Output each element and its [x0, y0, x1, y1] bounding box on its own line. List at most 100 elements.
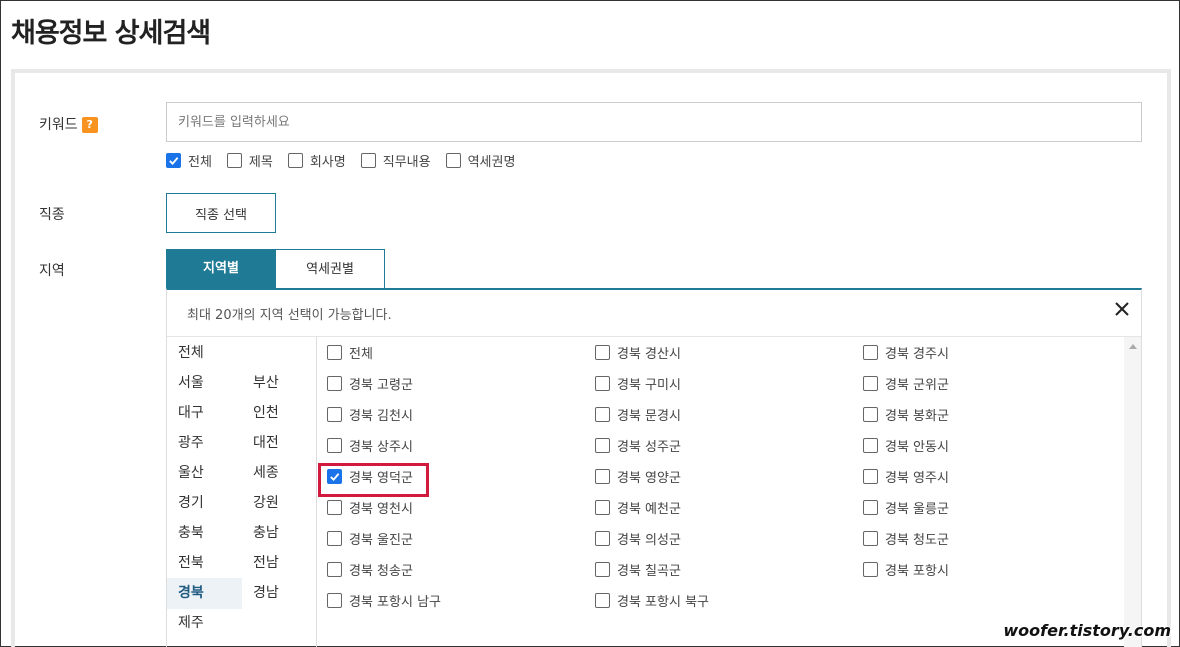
city-option[interactable]: 경북 경주시: [863, 343, 949, 362]
city-option[interactable]: 경북 포항시: [863, 560, 949, 579]
city-option-label: 경북 포항시: [885, 564, 949, 579]
city-option[interactable]: 경북 군위군: [863, 374, 949, 393]
job-type-select-button[interactable]: 직종 선택: [166, 193, 276, 233]
keyword-option[interactable]: 회사명: [287, 151, 346, 170]
close-icon[interactable]: [1112, 299, 1132, 319]
city-option[interactable]: 경북 청도군: [863, 529, 949, 548]
city-option[interactable]: 경북 구미시: [595, 374, 681, 393]
city-option-label: 경북 김천시: [349, 409, 413, 424]
checkbox[interactable]: [327, 562, 342, 577]
city-option[interactable]: 경북 상주시: [327, 436, 413, 455]
checkbox[interactable]: [327, 438, 342, 453]
province-item[interactable]: 충남: [242, 518, 317, 549]
checkbox[interactable]: [863, 438, 878, 453]
province-item[interactable]: 인천: [242, 398, 317, 429]
checkbox[interactable]: [327, 500, 342, 515]
city-option[interactable]: 경북 울릉군: [863, 498, 949, 517]
province-item[interactable]: 대전: [242, 428, 317, 459]
city-option[interactable]: 경북 김천시: [327, 405, 413, 424]
city-option[interactable]: 경북 의성군: [595, 529, 681, 548]
city-option[interactable]: 경북 영양군: [595, 467, 681, 486]
checkbox[interactable]: [863, 562, 878, 577]
city-option[interactable]: 경북 청송군: [327, 560, 413, 579]
province-item[interactable]: 부산: [242, 368, 317, 399]
checkbox[interactable]: [595, 376, 610, 391]
checkbox[interactable]: [595, 500, 610, 515]
city-option[interactable]: 경북 포항시 남구: [327, 591, 441, 610]
checkbox[interactable]: [863, 407, 878, 422]
keyword-option[interactable]: 직무내용: [360, 151, 431, 170]
watermark: woofer.tistory.com: [1003, 621, 1171, 640]
city-option-label: 경북 영천시: [349, 502, 413, 517]
checkbox[interactable]: [327, 376, 342, 391]
scrollbar[interactable]: [1124, 337, 1141, 647]
city-option[interactable]: 경북 문경시: [595, 405, 681, 424]
checkbox[interactable]: [595, 531, 610, 546]
province-item[interactable]: 광주: [167, 428, 242, 459]
province-item[interactable]: 전북: [167, 548, 242, 579]
region-label: 지역: [39, 263, 65, 279]
city-option[interactable]: 경북 칠곡군: [595, 560, 681, 579]
city-option[interactable]: 경북 영천시: [327, 498, 413, 517]
city-option-label: 경북 군위군: [885, 378, 949, 393]
keyword-option[interactable]: 역세권명: [445, 151, 515, 170]
checkbox[interactable]: [863, 345, 878, 360]
city-option[interactable]: 경북 안동시: [863, 436, 949, 455]
province-item[interactable]: 세종: [242, 458, 317, 489]
city-option[interactable]: 경북 고령군: [327, 374, 413, 393]
province-item[interactable]: 경북: [167, 578, 242, 609]
checkbox[interactable]: [445, 153, 461, 168]
checkbox[interactable]: [595, 438, 610, 453]
tab-by-region[interactable]: 지역별: [166, 249, 276, 289]
checkbox[interactable]: [595, 562, 610, 577]
help-icon[interactable]: ?: [81, 117, 98, 133]
city-option[interactable]: 경북 울진군: [327, 529, 413, 548]
province-item[interactable]: 서울: [167, 368, 242, 399]
checkbox[interactable]: [327, 407, 342, 422]
checkbox[interactable]: [863, 500, 878, 515]
checkbox[interactable]: [360, 153, 376, 168]
province-item[interactable]: 제주: [167, 608, 242, 639]
checkbox[interactable]: [327, 531, 342, 546]
city-option-label: 경북 영양군: [617, 471, 681, 486]
checkbox[interactable]: [595, 593, 610, 608]
city-option[interactable]: 경북 경산시: [595, 343, 681, 362]
province-item[interactable]: 강원: [242, 488, 317, 519]
region-notice: 최대 20개의 지역 선택이 가능합니다.: [187, 308, 392, 323]
checkbox[interactable]: [327, 593, 342, 608]
checkbox[interactable]: [287, 153, 303, 168]
city-option-label: 경북 포항시 북구: [617, 595, 709, 610]
city-option-label: 경북 의성군: [617, 533, 681, 548]
keyword-option[interactable]: 전체: [166, 151, 212, 170]
city-option[interactable]: 경북 영주시: [863, 467, 949, 486]
checkbox[interactable]: [166, 153, 181, 168]
city-option[interactable]: 경북 예천군: [595, 498, 681, 517]
city-option[interactable]: 전체: [327, 343, 373, 362]
checkbox[interactable]: [327, 345, 342, 360]
province-item[interactable]: 울산: [167, 458, 242, 489]
province-item[interactable]: 대구: [167, 398, 242, 429]
city-option-label: 경북 울진군: [349, 533, 413, 548]
checkbox[interactable]: [863, 469, 878, 484]
keyword-input[interactable]: [166, 102, 1142, 142]
tab-by-station[interactable]: 역세권별: [275, 249, 385, 289]
city-option-label: 경북 경주시: [885, 347, 949, 362]
checkbox[interactable]: [595, 407, 610, 422]
checkbox[interactable]: [863, 531, 878, 546]
scroll-up-arrow-icon[interactable]: [1129, 344, 1137, 349]
province-item[interactable]: 경남: [242, 578, 317, 609]
province-item[interactable]: 전체: [167, 338, 242, 369]
city-option[interactable]: 경북 포항시 북구: [595, 591, 709, 610]
province-list: 전체 서울 부산 대구 인천 광주 대전 울산 세종 경기 강원 충북 충남 전북 전남 경북 경남 제주: [167, 337, 317, 647]
city-option-label: 경북 칠곡군: [617, 564, 681, 579]
checkbox[interactable]: [595, 345, 610, 360]
city-option[interactable]: 경북 성주군: [595, 436, 681, 455]
checkbox[interactable]: [863, 376, 878, 391]
keyword-option[interactable]: 제목: [226, 151, 273, 170]
city-option[interactable]: 경북 봉화군: [863, 405, 949, 424]
province-item[interactable]: 전남: [242, 548, 317, 579]
province-item[interactable]: 충북: [167, 518, 242, 549]
province-item[interactable]: 경기: [167, 488, 242, 519]
checkbox[interactable]: [226, 153, 242, 168]
checkbox[interactable]: [595, 469, 610, 484]
